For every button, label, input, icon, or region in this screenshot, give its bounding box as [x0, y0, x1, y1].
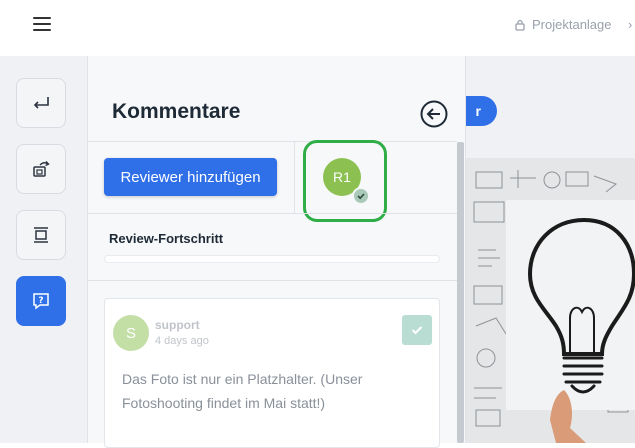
review-progress-bar — [104, 255, 440, 263]
arrow-left-circle-icon — [420, 100, 448, 128]
panel-title: Kommentare — [112, 100, 241, 123]
divider — [88, 141, 457, 142]
sidebar-item-share[interactable] — [16, 144, 66, 194]
lock-icon — [515, 19, 525, 31]
lightbulb-sketch-image — [466, 158, 635, 443]
comment-text: Das Foto ist nur ein Platzhalter. (Unser… — [122, 371, 363, 411]
placeholder-photo — [466, 158, 635, 443]
comment-avatar: S — [113, 315, 149, 351]
breadcrumb-next-icon[interactable]: › — [628, 17, 632, 32]
sidebar-item-crop[interactable] — [16, 210, 66, 260]
divider — [88, 213, 457, 214]
comment-question-icon: ? — [33, 293, 49, 310]
sidebar: ? — [0, 56, 87, 443]
panel-scrollbar[interactable] — [457, 142, 464, 443]
breadcrumb-label: Projektanlage — [532, 17, 612, 32]
sidebar-item-return[interactable] — [16, 78, 66, 128]
top-bar: Projektanlage › — [0, 0, 635, 56]
comment-card: S support 4 days ago Das Foto ist nur ei… — [104, 298, 440, 448]
comment-timestamp: 4 days ago — [155, 335, 209, 347]
reviewer-approved-badge — [352, 187, 370, 205]
back-button[interactable] — [420, 100, 448, 128]
add-reviewer-button[interactable]: Reviewer hinzufügen — [104, 158, 277, 196]
review-progress-label: Review-Fortschritt — [109, 231, 224, 246]
divider — [294, 142, 295, 214]
share-icon — [33, 161, 50, 177]
check-icon — [357, 193, 365, 200]
divider — [88, 280, 457, 281]
resolve-comment-button[interactable] — [402, 315, 432, 345]
menu-icon[interactable] — [33, 17, 51, 31]
return-icon — [33, 97, 49, 109]
comment-author: support — [155, 318, 200, 332]
comments-panel: Kommentare Reviewer hinzufügen R1 Review… — [87, 56, 466, 448]
svg-text:?: ? — [38, 296, 43, 306]
check-icon — [411, 326, 423, 335]
sidebar-item-comments[interactable]: ? — [16, 276, 66, 326]
crop-icon — [34, 227, 48, 243]
breadcrumb[interactable]: Projektanlage — [514, 17, 612, 32]
